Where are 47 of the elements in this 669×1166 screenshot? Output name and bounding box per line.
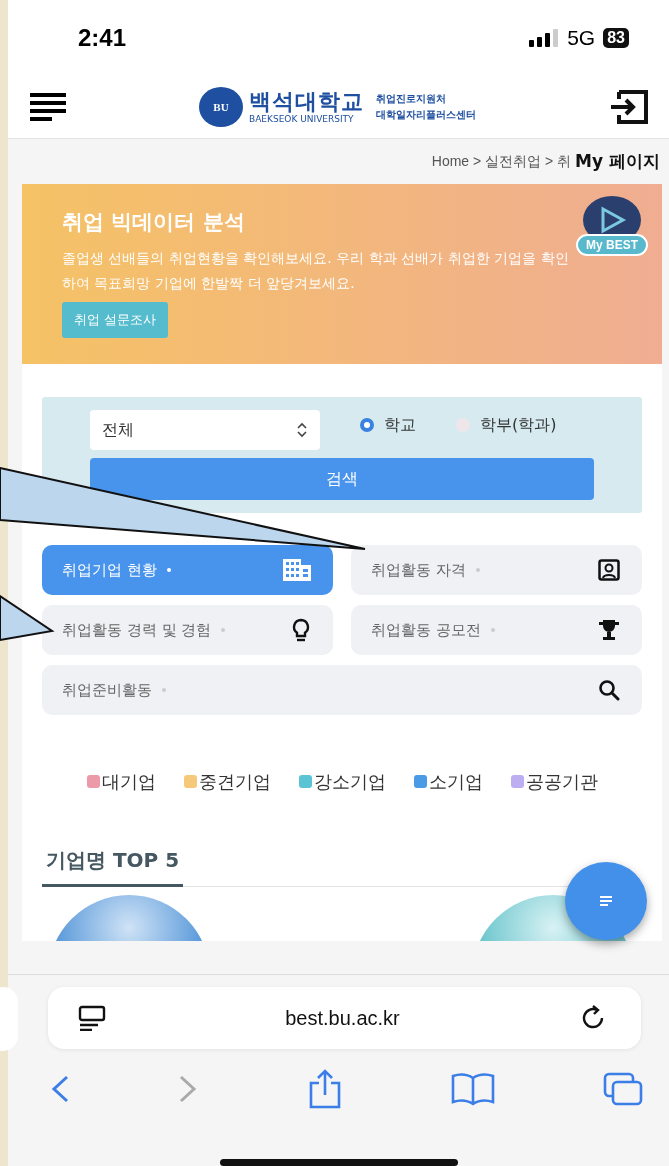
book-icon[interactable] [450, 1072, 495, 1107]
status-time: 2:41 [78, 23, 127, 52]
forward-icon[interactable] [178, 1074, 199, 1105]
battery-level: 83 [603, 27, 629, 48]
legend-item: 강소기업 [298, 771, 386, 792]
callout-drawing [0, 594, 55, 642]
menu-icon[interactable] [30, 92, 66, 121]
building-icon [283, 559, 311, 581]
signal-icon [529, 28, 560, 47]
search-button[interactable]: 검색 [90, 458, 594, 500]
category-tile[interactable]: 취업활동 공모전 [351, 605, 642, 655]
legend-item: 소기업 [413, 771, 483, 792]
address-bar[interactable]: best.bu.ac.kr [48, 987, 641, 1050]
center-name: 취업진로지원처 [376, 91, 447, 106]
logo-subtitle: BAEKSEOK UNIVERSITY [249, 113, 355, 124]
lightbulb-icon [291, 618, 311, 642]
logo-name: 백석대학교 [249, 89, 364, 114]
legend-item: 대기업 [86, 771, 156, 792]
breadcrumb: Home > 실전취업 > 취 [431, 152, 572, 171]
search-icon [598, 679, 620, 701]
network-label: 5G [567, 25, 596, 50]
url-text: best.bu.ac.kr [285, 1006, 400, 1030]
section-title: 기업명 TOP 5 [42, 847, 184, 887]
category-tile[interactable]: 취업준비활동 [42, 665, 642, 715]
banner-title: 취업 빅데이터 분석 [62, 209, 245, 236]
category-tile[interactable]: 취업활동 자격 [351, 545, 642, 595]
banner-description: 졸업생 선배들의 취업현황을 확인해보세요. 우리 학과 선배가 취업한 기업을 확인하여 목표희망 기업에 한발짝 더 앞당겨보세요. [62, 249, 570, 293]
login-icon[interactable] [609, 89, 649, 124]
radio-dot[interactable] [456, 418, 470, 432]
chevron-icon [296, 422, 308, 438]
portrait-icon [598, 559, 620, 581]
radio-option[interactable]: 학부(학과) [456, 414, 557, 436]
legend-item: 공공기관 [510, 771, 598, 792]
annotation-label: My 페이지 [575, 150, 660, 173]
radio-dot[interactable] [360, 418, 374, 432]
scope-select[interactable]: 전체 [90, 410, 320, 450]
legend-item: 중견기업 [183, 771, 271, 792]
trophy-icon [598, 619, 620, 641]
tabs-icon[interactable] [603, 1072, 643, 1107]
back-icon[interactable] [50, 1074, 70, 1105]
radio-option[interactable]: 학교 [360, 414, 416, 436]
center-name: 대학일자리플러스센터 [376, 107, 476, 122]
category-tile[interactable]: 취업활동 경력 및 경험 [42, 605, 333, 655]
logo-emblem: BU [199, 86, 243, 127]
reader-icon[interactable] [78, 1005, 106, 1032]
category-tile[interactable]: 취업기업 현황 [42, 545, 333, 595]
menu-icon [600, 896, 612, 906]
